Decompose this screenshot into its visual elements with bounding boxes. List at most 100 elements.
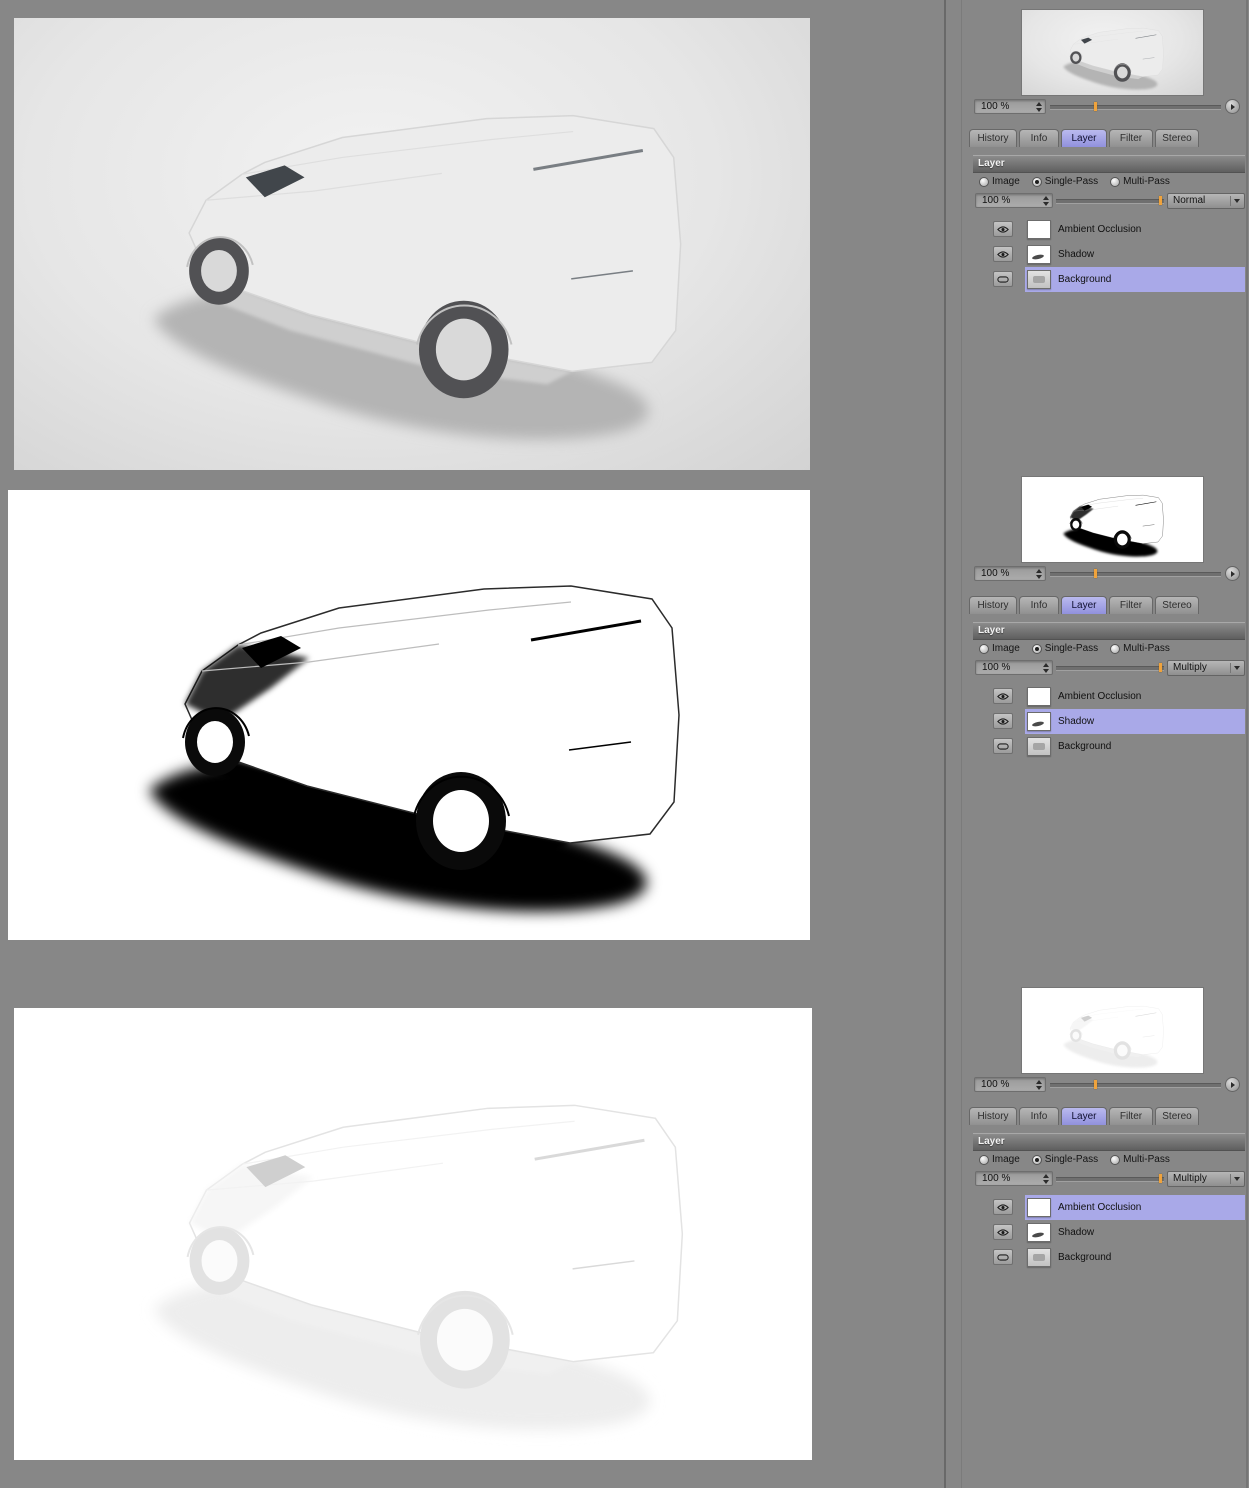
radio-checked-icon[interactable] [1031,176,1042,187]
tab-stereo[interactable]: Stereo [1155,596,1199,614]
visibility-eye-icon[interactable] [993,713,1013,729]
frame-forward-button[interactable] [1225,566,1240,581]
opacity-slider[interactable] [1056,660,1164,675]
tab-filter[interactable]: Filter [1109,596,1153,614]
stepper-icon[interactable] [1041,662,1050,673]
tab-layer[interactable]: Layer [1061,596,1107,614]
tab-history[interactable]: History [969,129,1017,147]
layer-row-body[interactable]: Ambient Occlusion [1025,217,1245,242]
mode-image[interactable]: Image [979,643,1020,654]
layer-thumbnail[interactable] [1027,1248,1051,1267]
layer-row-body[interactable]: Ambient Occlusion [1025,1195,1245,1220]
layer-thumbnail[interactable] [1027,245,1051,264]
tab-stereo[interactable]: Stereo [1155,1107,1199,1125]
mode-image[interactable]: Image [979,1154,1020,1165]
stepper-icon[interactable] [1034,1079,1043,1090]
layer-thumbnail[interactable] [1027,737,1051,756]
tab-filter[interactable]: Filter [1109,1107,1153,1125]
mode-multi-pass[interactable]: Multi-Pass [1110,176,1170,187]
zoom-value-field[interactable]: 100 % [974,99,1046,114]
tab-history[interactable]: History [969,1107,1017,1125]
radio-icon[interactable] [979,176,989,187]
tab-history[interactable]: History [969,596,1017,614]
visibility-eye-icon[interactable] [993,1199,1013,1215]
layer-thumbnail[interactable] [1027,687,1051,706]
ambient-occlusion-viewport[interactable] [14,1008,812,1460]
composite-render-viewport[interactable] [14,18,810,470]
layer-row-body[interactable]: Shadow [1025,709,1245,734]
tab-filter[interactable]: Filter [1109,129,1153,147]
visibility-eye-icon[interactable] [993,221,1013,237]
layer-row[interactable]: Ambient Occlusion [973,217,1245,242]
blend-mode-dropdown[interactable]: Multiply [1167,659,1245,676]
zoom-slider[interactable] [1050,99,1221,114]
frame-forward-button[interactable] [1225,1077,1240,1092]
layer-row-body[interactable]: Background [1025,1245,1245,1270]
layer-row[interactable]: Background [973,1245,1245,1270]
layer-row-body[interactable]: Background [1025,267,1245,292]
frame-icon[interactable] [993,738,1013,754]
opacity-value-field[interactable]: 100 % [975,1171,1053,1186]
radio-icon[interactable] [979,643,989,654]
layer-row[interactable]: Shadow [973,242,1245,267]
frame-icon[interactable] [993,271,1013,287]
layer-row-body[interactable]: Ambient Occlusion [1025,684,1245,709]
stepper-icon[interactable] [1034,568,1043,579]
layer-row[interactable]: Shadow [973,1220,1245,1245]
layer-thumbnail[interactable] [1027,1198,1051,1217]
mode-single-pass[interactable]: Single-Pass [1031,643,1098,654]
stepper-icon[interactable] [1041,195,1050,206]
zoom-value-field[interactable]: 100 % [974,566,1046,581]
mode-multi-pass[interactable]: Multi-Pass [1110,643,1170,654]
layer-thumbnail[interactable] [1027,1223,1051,1242]
preview-thumbnail[interactable] [1022,10,1203,95]
radio-icon[interactable] [1110,643,1121,654]
shadow-pass-viewport[interactable] [8,490,810,940]
layer-row-body[interactable]: Shadow [1025,242,1245,267]
layer-row[interactable]: Ambient Occlusion [973,1195,1245,1220]
tab-layer[interactable]: Layer [1061,129,1107,147]
tab-info[interactable]: Info [1019,596,1059,614]
layer-thumbnail[interactable] [1027,220,1051,239]
radio-icon[interactable] [1110,176,1121,187]
layer-thumbnail[interactable] [1027,712,1051,731]
zoom-slider[interactable] [1050,1077,1221,1092]
opacity-value-field[interactable]: 100 % [975,193,1053,208]
tab-info[interactable]: Info [1019,1107,1059,1125]
frame-icon[interactable] [993,1249,1013,1265]
opacity-slider[interactable] [1056,1171,1164,1186]
layer-row[interactable]: Shadow [973,709,1245,734]
layer-row[interactable]: Background [973,267,1245,292]
layer-row[interactable]: Ambient Occlusion [973,684,1245,709]
layer-thumbnail[interactable] [1027,270,1051,289]
zoom-value-field[interactable]: 100 % [974,1077,1046,1092]
frame-forward-button[interactable] [1225,99,1240,114]
mode-image[interactable]: Image [979,176,1020,187]
stepper-icon[interactable] [1041,1173,1050,1184]
stepper-icon[interactable] [1034,101,1043,112]
layer-row-body[interactable]: Shadow [1025,1220,1245,1245]
layer-row-body[interactable]: Background [1025,734,1245,759]
blend-mode-dropdown[interactable]: Multiply [1167,1170,1245,1187]
radio-icon[interactable] [1110,1154,1121,1165]
tab-stereo[interactable]: Stereo [1155,129,1199,147]
mode-single-pass[interactable]: Single-Pass [1031,1154,1098,1165]
radio-icon[interactable] [979,1154,989,1165]
pane-splitter[interactable] [944,0,946,1488]
tab-layer[interactable]: Layer [1061,1107,1107,1125]
visibility-eye-icon[interactable] [993,688,1013,704]
mode-single-pass[interactable]: Single-Pass [1031,176,1098,187]
opacity-slider[interactable] [1056,193,1164,208]
visibility-eye-icon[interactable] [993,246,1013,262]
zoom-slider[interactable] [1050,566,1221,581]
tab-info[interactable]: Info [1019,129,1059,147]
opacity-value-field[interactable]: 100 % [975,660,1053,675]
radio-checked-icon[interactable] [1031,1154,1042,1165]
mode-multi-pass[interactable]: Multi-Pass [1110,1154,1170,1165]
preview-thumbnail[interactable] [1022,988,1203,1073]
blend-mode-dropdown[interactable]: Normal [1167,192,1245,209]
layer-row[interactable]: Background [973,734,1245,759]
radio-checked-icon[interactable] [1031,643,1042,654]
preview-thumbnail[interactable] [1022,477,1203,562]
visibility-eye-icon[interactable] [993,1224,1013,1240]
